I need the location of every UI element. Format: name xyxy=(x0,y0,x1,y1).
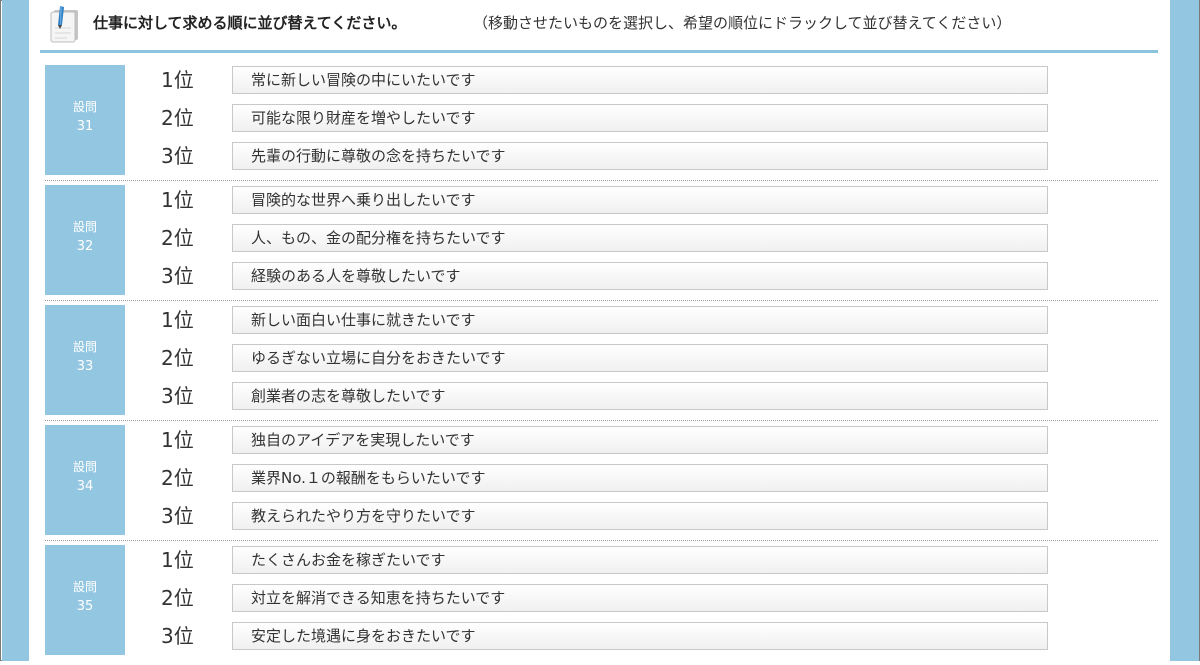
sortable-item[interactable]: 創業者の志を尊敬したいです xyxy=(232,382,1048,410)
sortable-item[interactable]: 独自のアイデアを実現したいです xyxy=(232,426,1048,454)
sortable-item[interactable]: ゆるぎない立場に自分をおきたいです xyxy=(232,344,1048,372)
page-instructions: （移動させたいものを選択し、希望の順位にドラックして並び替えてください） xyxy=(473,14,1012,32)
question-label-text: 設問 xyxy=(72,460,97,474)
sortable-item[interactable]: 教えられたやり方を守りたいです xyxy=(232,502,1048,530)
rank-label-1: 1位 xyxy=(161,68,194,92)
rank-label-1: 1位 xyxy=(161,548,194,572)
question-label-text: 設問 xyxy=(72,340,97,354)
sortable-item[interactable]: 経験のある人を尊敬したいです xyxy=(232,262,1048,290)
question-33: 設問 33 1位 新しい面白い仕事に就きたいです 2位 ゆるぎない立場に自分をお… xyxy=(45,305,1159,425)
question-number: 35 xyxy=(76,599,94,614)
left-side-bar xyxy=(2,0,29,661)
question-label: 設問 34 xyxy=(45,425,125,535)
rank-label-3: 3位 xyxy=(161,624,194,648)
rank-label-1: 1位 xyxy=(161,188,194,212)
rank-label-3: 3位 xyxy=(161,384,194,408)
right-side-bar xyxy=(1170,0,1199,661)
question-label: 設問 35 xyxy=(45,545,125,655)
question-number: 32 xyxy=(76,239,94,254)
rank-label-2: 2位 xyxy=(161,226,194,250)
header-divider xyxy=(40,50,1158,53)
question-label: 設問 32 xyxy=(45,185,125,295)
question-divider xyxy=(45,420,1158,421)
survey-panel: 仕事に対して求める順に並び替えてください。 （移動させたいものを選択し、希望の順… xyxy=(29,0,1170,661)
sortable-item[interactable]: 可能な限り財産を増やしたいです xyxy=(232,104,1048,132)
question-label: 設問 31 xyxy=(45,65,125,175)
sortable-item[interactable]: 冒険的な世界へ乗り出したいです xyxy=(232,186,1048,214)
section-header: 仕事に対して求める順に並び替えてください。 （移動させたいものを選択し、希望の順… xyxy=(29,0,1170,50)
question-32: 設問 32 1位 冒険的な世界へ乗り出したいです 2位 人、もの、金の配分権を持… xyxy=(45,185,1159,305)
sortable-item[interactable]: 新しい面白い仕事に就きたいです xyxy=(232,306,1048,334)
question-34: 設問 34 1位 独自のアイデアを実現したいです 2位 業界No.１の報酬をもら… xyxy=(45,425,1159,545)
rank-label-2: 2位 xyxy=(161,106,194,130)
rank-label-3: 3位 xyxy=(161,264,194,288)
question-31: 設問 31 1位 常に新しい冒険の中にいたいです 2位 可能な限り財産を増やした… xyxy=(45,65,1159,185)
rank-label-2: 2位 xyxy=(161,586,194,610)
question-divider xyxy=(45,300,1158,301)
question-35: 設問 35 1位 たくさんお金を稼ぎたいです 2位 対立を解消できる知恵を持ちた… xyxy=(45,545,1159,665)
rank-label-3: 3位 xyxy=(161,144,194,168)
sortable-item[interactable]: たくさんお金を稼ぎたいです xyxy=(232,546,1048,574)
rank-label-1: 1位 xyxy=(161,428,194,452)
question-label-text: 設問 xyxy=(72,220,97,234)
rank-label-2: 2位 xyxy=(161,466,194,490)
sortable-item[interactable]: 常に新しい冒険の中にいたいです xyxy=(232,66,1048,94)
rank-label-3: 3位 xyxy=(161,504,194,528)
notepad-pencil-icon xyxy=(50,6,78,43)
question-label: 設問 33 xyxy=(45,305,125,415)
question-number: 34 xyxy=(76,479,94,494)
question-number: 33 xyxy=(76,359,94,374)
sortable-item[interactable]: 安定した境遇に身をおきたいです xyxy=(232,622,1048,650)
question-label-text: 設問 xyxy=(72,100,97,114)
question-divider xyxy=(45,540,1158,541)
question-divider xyxy=(45,180,1158,181)
page-title: 仕事に対して求める順に並び替えてください。 xyxy=(93,14,407,32)
sortable-item[interactable]: 人、もの、金の配分権を持ちたいです xyxy=(232,224,1048,252)
sortable-item[interactable]: 先輩の行動に尊敬の念を持ちたいです xyxy=(232,142,1048,170)
sortable-item[interactable]: 対立を解消できる知恵を持ちたいです xyxy=(232,584,1048,612)
question-number: 31 xyxy=(76,119,94,134)
sortable-item[interactable]: 業界No.１の報酬をもらいたいです xyxy=(232,464,1048,492)
rank-label-2: 2位 xyxy=(161,346,194,370)
question-label-text: 設問 xyxy=(72,580,97,594)
rank-label-1: 1位 xyxy=(161,308,194,332)
